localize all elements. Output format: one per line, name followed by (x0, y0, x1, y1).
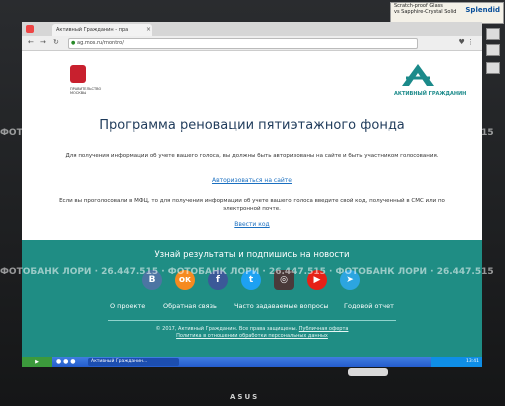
active-citizen-logo-icon[interactable] (400, 63, 436, 87)
login-link[interactable]: Авторизоваться на сайте (22, 177, 482, 184)
subscribe-heading: Узнай результаты и подпишись на новости (154, 250, 350, 260)
monitor-bezel: Scratch-proof Glass vs Sapphire-Crystal … (0, 0, 505, 406)
mfc-info-text: Если вы проголосовали в МФЦ, то для полу… (59, 198, 445, 212)
moscow-logo-caption: ПРАВИТЕЛЬСТВО МОСКВЫ (70, 87, 102, 95)
close-icon[interactable]: × (146, 26, 151, 33)
window-icon (26, 25, 34, 33)
forward-icon[interactable]: → (40, 38, 46, 46)
footer-link-feedback[interactable]: Обратная связь (163, 302, 217, 310)
browser-tabbar: Активный Гражданин - пра × (22, 22, 482, 36)
lock-icon: ● (71, 40, 76, 46)
copyright-text: © 2017, Активный Гражданин. Все права за… (155, 326, 298, 332)
bookmark-icon[interactable]: ♥ ⋮ (458, 38, 474, 46)
monitor-sticker: Scratch-proof Glass vs Sapphire-Crystal … (390, 2, 504, 24)
desktop-icon[interactable] (486, 62, 500, 74)
site-footer: Узнай результаты и подпишись на новости … (22, 240, 482, 357)
twitter-icon[interactable]: t (241, 270, 261, 290)
browser-navbar: ← → ↻ ● ag.mos.ru/rnontro/ ♥ ⋮ (22, 36, 482, 51)
footer-link-faq[interactable]: Часто задаваемые вопросы (234, 302, 329, 310)
page-title: Программа реновации пятиэтажного фонда (99, 118, 405, 133)
browser-tab[interactable]: Активный Гражданин - пра (52, 24, 152, 36)
footer-divider (108, 320, 396, 321)
monitor-label (348, 368, 388, 376)
moscow-logo-icon[interactable] (70, 65, 86, 83)
system-tray: 13:41 (431, 357, 482, 367)
sticker-brand: Splendid (465, 6, 500, 14)
privacy-policy-link[interactable]: Политика в отношении обработки персональ… (176, 333, 328, 339)
monitor-brand: ASUS (230, 393, 260, 401)
active-citizen-caption: АКТИВНЫЙ ГРАЖДАНИН (394, 91, 467, 97)
address-bar[interactable]: ● ag.mos.ru/rnontro/ (68, 38, 418, 49)
footer-link-about[interactable]: О проекте (110, 302, 145, 310)
vk-icon[interactable]: В (142, 270, 162, 290)
instagram-icon[interactable]: ◎ (274, 270, 294, 290)
footer-link-report[interactable]: Годовой отчет (344, 302, 394, 310)
clock[interactable]: 13:41 (466, 359, 479, 364)
reload-icon[interactable]: ↻ (53, 38, 59, 46)
telegram-icon[interactable]: ➤ (340, 270, 360, 290)
copyright: © 2017, Активный Гражданин. Все права за… (22, 326, 482, 340)
screen: Активный Гражданин - пра × ← → ↻ ● ag.mo… (22, 22, 482, 367)
desktop-icon[interactable] (486, 44, 500, 56)
odnoklassniki-icon[interactable]: ок (175, 270, 195, 290)
offer-link[interactable]: Публичная оферта (299, 326, 349, 332)
url-text: ag.mos.ru/rnontro/ (77, 40, 124, 46)
enter-code-link[interactable]: Ввести код (22, 221, 482, 228)
facebook-icon[interactable]: f (208, 270, 228, 290)
youtube-icon[interactable]: ▶ (307, 270, 327, 290)
desktop-icon[interactable] (486, 28, 500, 40)
taskbar-item[interactable]: Активный Гражданин... (88, 358, 179, 366)
start-button[interactable]: ▶ (22, 357, 52, 367)
taskbar: ▶ ● ● ● Активный Гражданин... 13:41 (22, 357, 482, 367)
quicklaunch-icon[interactable]: ● ● ● (56, 358, 76, 365)
auth-info-text: Для получения информации об учете вашего… (65, 153, 439, 159)
back-icon[interactable]: ← (28, 38, 34, 46)
